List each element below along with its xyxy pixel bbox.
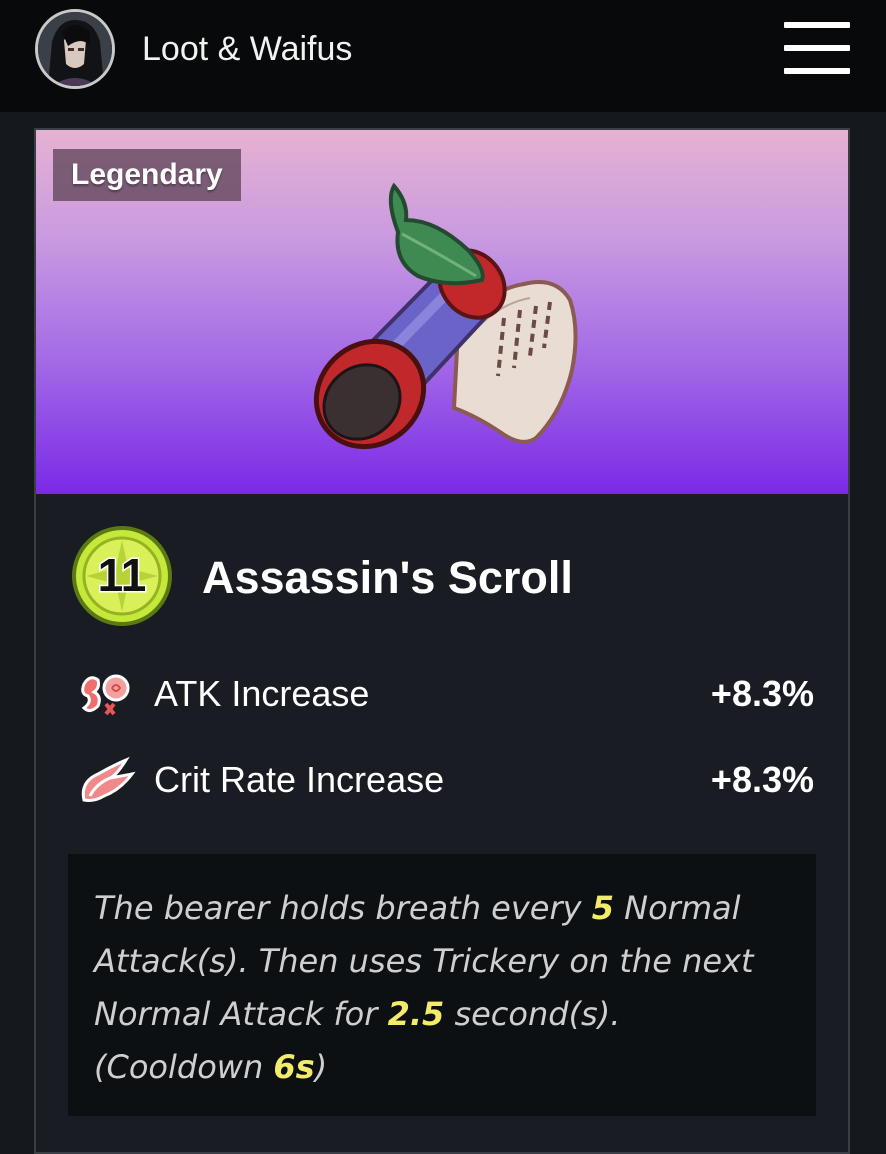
item-description: The bearer holds breath every 5 Normal A… <box>94 882 792 1094</box>
atk-icon <box>81 674 130 716</box>
hamburger-menu-icon[interactable] <box>784 20 850 76</box>
stat-label: Crit Rate Increase <box>154 759 445 800</box>
stat-row-crit-rate: Crit Rate Increase +8.3% <box>76 752 816 808</box>
item-name: Assassin's Scroll <box>202 552 573 603</box>
top-navigation-bar: Loot & Waifus <box>0 0 886 112</box>
crit-rate-icon <box>81 756 136 802</box>
site-title[interactable]: Loot & Waifus <box>142 28 352 70</box>
description-highlight: 6s <box>273 1048 315 1086</box>
stat-label: ATK Increase <box>154 673 370 714</box>
stat-value: +8.3% <box>710 759 814 800</box>
description-text: ) <box>314 1048 328 1086</box>
item-description-box: The bearer holds breath every 5 Normal A… <box>68 854 816 1116</box>
item-image-panel: Legendary <box>36 130 848 494</box>
rarity-badge: Legendary <box>53 149 241 201</box>
description-highlight: 2.5 <box>387 995 445 1033</box>
level-badge-icon: 11 <box>72 526 172 626</box>
stat-row-atk: ATK Increase +8.3% <box>76 666 816 722</box>
stat-value: +8.3% <box>710 673 814 714</box>
user-avatar-icon <box>38 12 112 86</box>
description-highlight: 5 <box>591 889 614 927</box>
scroll-with-leaf-icon <box>313 182 578 450</box>
avatar[interactable] <box>35 9 115 89</box>
item-card: Legendary 11 Assassin's Scroll ATK Incre… <box>34 128 850 1154</box>
description-text: The bearer holds breath every <box>94 889 592 927</box>
item-level: 11 <box>98 549 147 601</box>
